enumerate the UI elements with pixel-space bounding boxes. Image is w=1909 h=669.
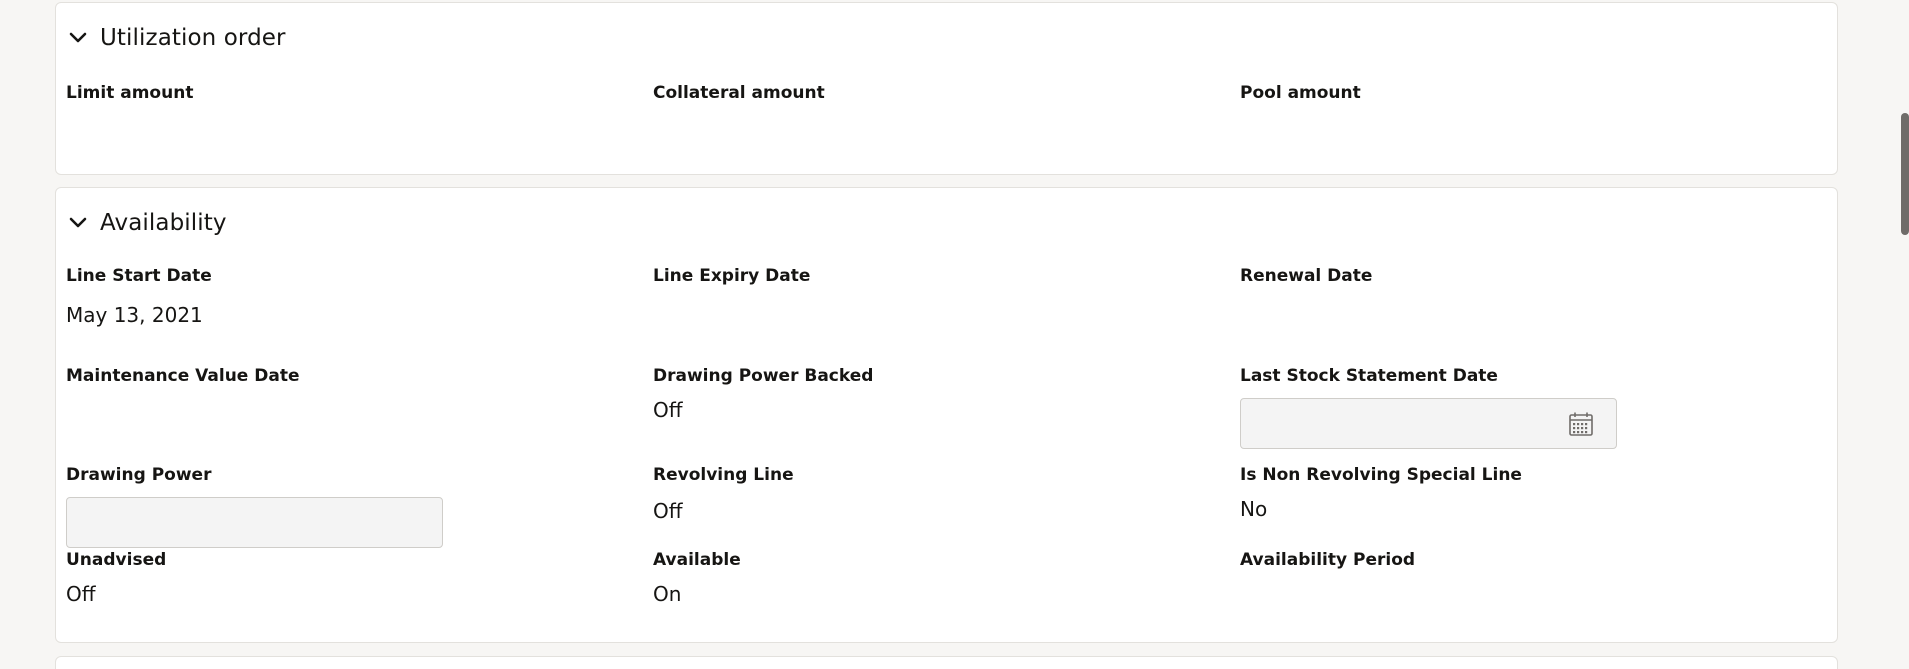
revolving-line-field: Revolving Line Off bbox=[653, 465, 1213, 523]
pool-amount-field: Pool amount bbox=[1240, 83, 1800, 120]
limit-amount-field: Limit amount bbox=[66, 83, 626, 120]
field-label: Available bbox=[653, 550, 741, 570]
line-start-date-field: Line Start Date May 13, 2021 bbox=[66, 266, 626, 327]
availability-panel: Availability Line Start Date May 13, 202… bbox=[55, 187, 1838, 643]
non-revolving-special-line-value: No bbox=[1240, 497, 1268, 521]
calendar-icon[interactable] bbox=[1568, 411, 1594, 437]
line-expiry-date-field: Line Expiry Date bbox=[653, 266, 1213, 303]
drawing-power-backed-value: Off bbox=[653, 398, 683, 422]
field-label: Drawing Power bbox=[66, 465, 212, 485]
field-label: Availability Period bbox=[1240, 550, 1416, 570]
availability-header[interactable]: Availability bbox=[66, 210, 227, 236]
unadvised-value: Off bbox=[66, 582, 96, 606]
last-stock-statement-date-input-wrapper bbox=[1240, 398, 1617, 449]
field-label: Is Non Revolving Special Line bbox=[1240, 465, 1522, 485]
utilization-order-header[interactable]: Utilization order bbox=[66, 25, 286, 51]
drawing-power-backed-field: Drawing Power Backed Off bbox=[653, 366, 1213, 422]
revolving-line-value: Off bbox=[653, 499, 683, 523]
field-label: Maintenance Value Date bbox=[66, 366, 300, 386]
field-label: Line Start Date bbox=[66, 266, 212, 286]
next-section-panel bbox=[55, 656, 1838, 669]
drawing-power-input[interactable] bbox=[67, 498, 387, 547]
vertical-scrollbar[interactable] bbox=[1901, 113, 1909, 235]
field-label: Unadvised bbox=[66, 550, 167, 570]
available-value: On bbox=[653, 582, 682, 606]
availability-period-field: Availability Period bbox=[1240, 550, 1800, 582]
page: Utilization order Limit amount Collatera… bbox=[0, 0, 1909, 669]
collateral-amount-field: Collateral amount bbox=[653, 83, 1213, 120]
chevron-down-icon[interactable] bbox=[66, 211, 90, 235]
available-field: Available On bbox=[653, 550, 1213, 606]
drawing-power-input-wrapper bbox=[66, 497, 443, 548]
field-label: Renewal Date bbox=[1240, 266, 1373, 286]
field-label: Drawing Power Backed bbox=[653, 366, 874, 386]
section-title: Utilization order bbox=[100, 25, 286, 51]
field-label: Collateral amount bbox=[653, 83, 825, 103]
non-revolving-special-line-field: Is Non Revolving Special Line No bbox=[1240, 465, 1800, 521]
field-label: Last Stock Statement Date bbox=[1240, 366, 1498, 386]
field-label: Limit amount bbox=[66, 83, 194, 103]
line-start-date-value: May 13, 2021 bbox=[66, 303, 203, 327]
field-label: Revolving Line bbox=[653, 465, 794, 485]
drawing-power-field: Drawing Power bbox=[66, 465, 626, 548]
section-title: Availability bbox=[100, 210, 227, 236]
utilization-order-panel: Utilization order Limit amount Collatera… bbox=[55, 2, 1838, 175]
unadvised-field: Unadvised Off bbox=[66, 550, 626, 606]
field-label: Line Expiry Date bbox=[653, 266, 811, 286]
chevron-down-icon[interactable] bbox=[66, 26, 90, 50]
last-stock-statement-date-input[interactable] bbox=[1241, 399, 1561, 448]
maintenance-value-date-field: Maintenance Value Date bbox=[66, 366, 626, 403]
field-label: Pool amount bbox=[1240, 83, 1361, 103]
last-stock-statement-date-field: Last Stock Statement Date bbox=[1240, 366, 1800, 449]
renewal-date-field: Renewal Date bbox=[1240, 266, 1800, 303]
